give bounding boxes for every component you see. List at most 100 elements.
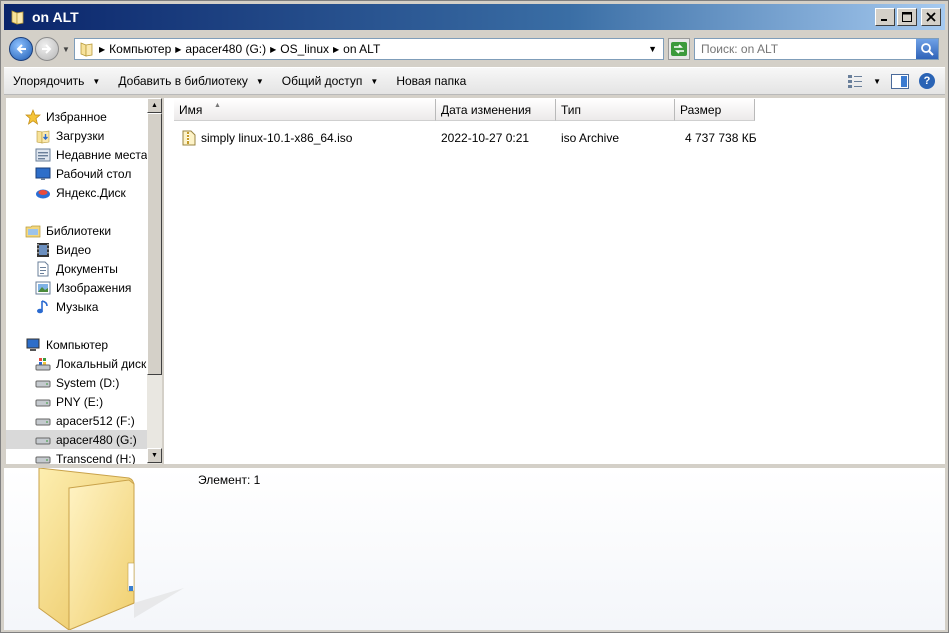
music-note-icon (35, 299, 51, 315)
back-button[interactable] (9, 37, 33, 61)
sidebar-item-pictures[interactable]: Изображения (6, 278, 147, 297)
chevron-down-icon: ▼ (370, 76, 379, 86)
sidebar-item-videos[interactable]: Видео (6, 240, 147, 259)
sidebar-item-label: System (D:) (56, 375, 120, 390)
maximize-button[interactable] (897, 8, 917, 26)
sidebar-item-documents[interactable]: Документы (6, 259, 147, 278)
star-icon (25, 108, 41, 125)
breadcrumb-separator[interactable]: ▶ (175, 45, 181, 54)
sidebar-item-label: apacer480 (G:) (56, 432, 137, 447)
sidebar-item-drive-f[interactable]: apacer512 (F:) (6, 411, 147, 430)
sidebar-item-yandex-disk[interactable]: Яндекс.Диск (6, 183, 147, 202)
sidebar-item-downloads[interactable]: Загрузки (6, 126, 147, 145)
navigation-bar: ▼ ▶ Компьютер ▶ apacer480 (G:) ▶ OS_linu… (4, 34, 945, 64)
sidebar-item-drive-e[interactable]: PNY (E:) (6, 392, 147, 411)
column-header-date-modified[interactable]: Дата изменения (436, 99, 556, 121)
table-row[interactable]: simply linux-10.1-x86_64.iso 2022-10-27 … (174, 127, 757, 149)
organize-menu-button[interactable]: Упорядочить ▼ (4, 68, 109, 94)
breadcrumb-separator[interactable]: ▶ (270, 45, 276, 54)
breadcrumb-separator[interactable]: ▶ (99, 45, 105, 54)
column-header-type[interactable]: Тип (556, 99, 675, 121)
file-name: simply linux-10.1-x86_64.iso (201, 131, 353, 145)
sidebar-item-local-disk[interactable]: Локальный диск ( (6, 354, 147, 373)
sidebar-item-computer[interactable]: Компьютер (6, 335, 147, 354)
forward-button[interactable] (35, 37, 59, 61)
sidebar-item-label: Видео (56, 242, 92, 257)
column-header-label: Дата изменения (441, 102, 532, 117)
close-button[interactable] (921, 8, 941, 26)
sidebar-item-label: Библиотеки (46, 223, 112, 238)
sidebar-item-label: Яндекс.Диск (56, 185, 126, 200)
help-icon[interactable]: ? (919, 73, 935, 89)
desktop-icon (35, 166, 51, 182)
breadcrumb-folder[interactable]: OS_linux (280, 42, 329, 56)
recent-pages-dropdown[interactable]: ▼ (60, 45, 72, 54)
preview-pane-icon[interactable] (891, 73, 909, 89)
new-folder-button[interactable]: Новая папка (387, 68, 475, 94)
address-history-dropdown[interactable]: ▼ (648, 44, 657, 54)
sidebar-item-desktop[interactable]: Рабочий стол (6, 164, 147, 183)
navigation-pane: Избранное Загрузки Недавние места Рабочи… (6, 98, 147, 464)
search-box[interactable] (694, 38, 939, 60)
chevron-down-icon: ▼ (92, 76, 101, 86)
sidebar-item-favorites[interactable]: Избранное (6, 107, 147, 126)
search-button[interactable] (916, 39, 938, 59)
column-header-size[interactable]: Размер (675, 99, 755, 121)
refresh-icon (671, 42, 687, 56)
share-label: Общий доступ (281, 74, 363, 88)
hard-drive-icon (35, 451, 51, 465)
search-input[interactable] (695, 42, 916, 56)
sidebar-item-drive-d[interactable]: System (D:) (6, 373, 147, 392)
organize-label: Упорядочить (13, 74, 85, 88)
details-pane: Элемент: 1 (4, 468, 945, 630)
folder-icon (11, 10, 24, 25)
breadcrumb-drive[interactable]: apacer480 (G:) (185, 42, 266, 56)
explorer-window: on ALT ▼ ▶ Компьютер ▶ apacer480 (G:) ▶ … (0, 0, 949, 633)
folder-icon (80, 42, 93, 57)
command-bar: Упорядочить ▼ Добавить в библиотеку ▼ Об… (4, 67, 945, 95)
chevron-down-icon: ▼ (255, 76, 264, 86)
sidebar-item-drive-h[interactable]: Transcend (H:) (6, 449, 147, 464)
file-name-cell[interactable]: simply linux-10.1-x86_64.iso (174, 127, 436, 149)
add-to-library-label: Добавить в библиотеку (118, 74, 248, 88)
sidebar-item-label: Изображения (56, 280, 132, 295)
minimize-button[interactable] (875, 8, 895, 26)
maximize-icon (902, 12, 912, 22)
refresh-button[interactable] (668, 38, 690, 60)
file-size-cell: 4 737 738 КБ (685, 131, 757, 145)
column-header-label: Размер (680, 102, 722, 117)
recent-places-icon (35, 147, 51, 163)
breadcrumb-separator[interactable]: ▶ (333, 45, 339, 54)
navigation-pane-scrollbar[interactable]: ▲ ▼ (147, 98, 162, 464)
hard-drive-icon (35, 375, 51, 391)
sidebar-item-label: Загрузки (56, 128, 105, 143)
hard-drive-icon (35, 432, 51, 448)
breadcrumb-computer[interactable]: Компьютер (109, 42, 171, 56)
archive-file-icon (182, 130, 196, 146)
view-dropdown-icon[interactable]: ▼ (873, 77, 881, 86)
view-options-icon[interactable] (847, 74, 863, 88)
breadcrumb-current[interactable]: on ALT (343, 42, 380, 56)
window-title: on ALT (32, 9, 79, 25)
column-header-name[interactable]: Имя ▲ (174, 99, 436, 121)
title-bar[interactable]: on ALT (4, 4, 945, 30)
sidebar-item-music[interactable]: Музыка (6, 297, 147, 316)
scrollbar-thumb[interactable] (147, 113, 162, 375)
image-icon (35, 280, 51, 296)
file-type-cell: iso Archive (561, 131, 620, 145)
sidebar-item-drive-g[interactable]: apacer480 (G:) (6, 430, 147, 449)
sidebar-item-label: Избранное (46, 109, 107, 124)
share-button[interactable]: Общий доступ ▼ (273, 68, 388, 94)
sidebar-item-libraries[interactable]: Библиотеки (6, 221, 147, 240)
add-to-library-button[interactable]: Добавить в библиотеку ▼ (109, 68, 272, 94)
close-icon (926, 12, 936, 22)
sidebar-item-label: Недавние места (56, 147, 147, 162)
address-bar[interactable]: ▶ Компьютер ▶ apacer480 (G:) ▶ OS_linux … (74, 38, 664, 60)
scroll-up-button[interactable]: ▲ (147, 98, 162, 113)
column-header-label: Тип (561, 102, 582, 117)
scroll-down-button[interactable]: ▼ (147, 448, 162, 463)
minimize-icon (881, 19, 887, 21)
file-list-pane: Имя ▲ Дата изменения Тип Размер simply l… (164, 98, 945, 464)
sidebar-item-recent-places[interactable]: Недавние места (6, 145, 147, 164)
sidebar-item-label: Transcend (H:) (56, 451, 136, 465)
